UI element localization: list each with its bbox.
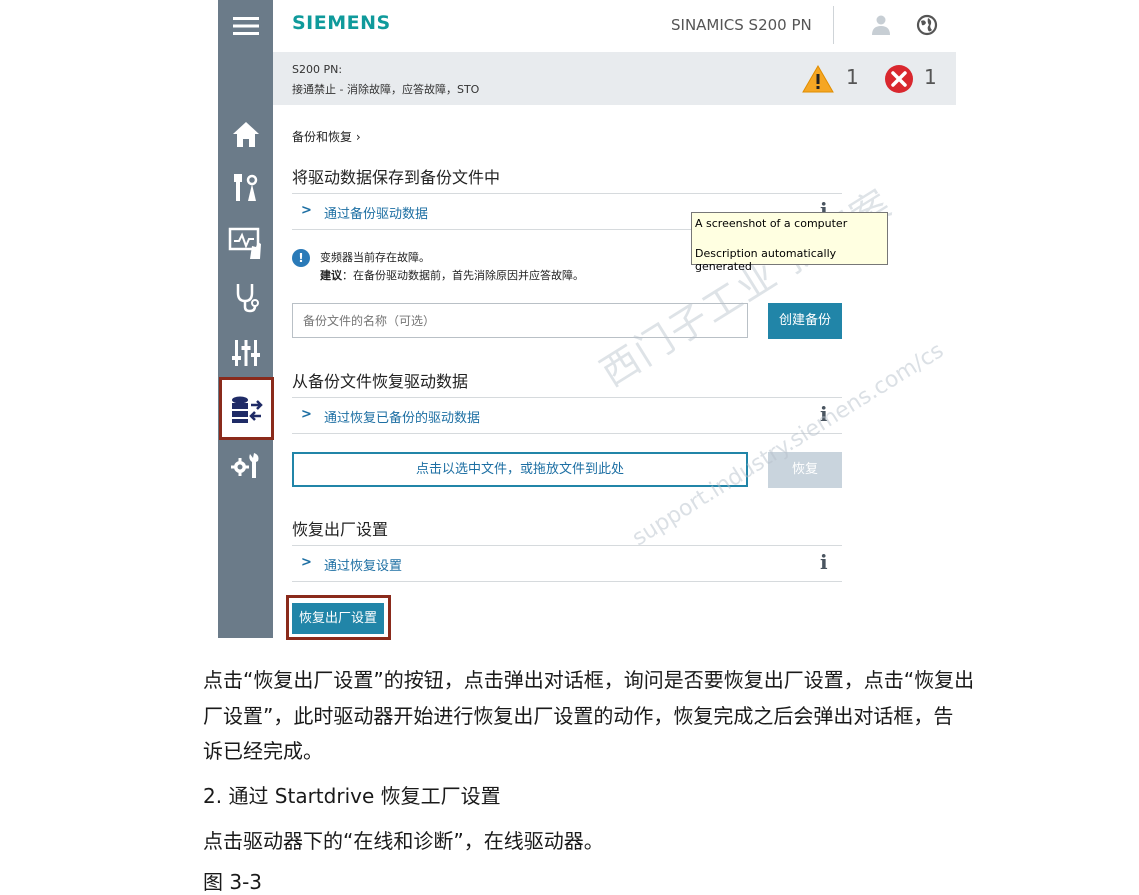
device-status-bar: S200 PN: 接通禁止 - 消除故障，应答故障，STO 1 1 [273,52,956,105]
notice-recommendation: 建议：在备份驱动数据前，首先消除原因并应答故障。 [320,267,584,283]
hamburger-menu-icon[interactable] [218,0,273,52]
user-icon[interactable] [871,14,891,40]
divider [292,581,842,582]
header-divider [833,6,834,44]
restore-expander[interactable]: > 通过恢复已备份的驱动数据 i [292,398,842,432]
alt-text-tooltip: A screenshot of a computer Description a… [691,212,888,273]
info-icon[interactable]: i [820,550,828,574]
notice-recommendation-label: 建议 [320,269,342,282]
product-name: SINAMICS S200 PN [671,16,812,34]
error-count: 1 [924,65,937,89]
app-header: SIEMENS SINAMICS S200 PN [273,0,956,52]
warning-count: 1 [846,65,859,89]
sidebar-item-backup-restore-active[interactable] [219,377,274,440]
doc-paragraph: 点击驱动器下的“在线和诊断”，在线驱动器。 [203,829,604,853]
device-name: S200 PN: [292,63,343,76]
globe-icon[interactable] [916,14,938,40]
home-icon[interactable] [218,112,273,156]
error-icon[interactable] [884,64,914,98]
doc-paragraph-line: 诉已经完成。 [203,739,323,763]
save-expander-label: 通过备份驱动数据 [324,207,429,222]
notice-recommendation-text: ：在备份驱动数据前，首先消除原因并应答故障。 [342,269,584,282]
watermark-url: support.industry.siemens.com/cs [628,338,949,552]
tools-icon[interactable] [218,165,273,209]
divider [292,433,842,434]
stethoscope-icon[interactable] [218,275,273,319]
factory-section-title: 恢复出厂设置 [292,520,389,539]
file-drop-zone[interactable]: 点击以选中文件，或拖放文件到此处 [292,452,748,487]
breadcrumb[interactable]: 备份和恢复 › [292,128,361,145]
chevron-right-icon: > [301,203,312,218]
sliders-icon[interactable] [218,331,273,375]
factory-reset-button[interactable]: 恢复出厂设置 [292,603,384,634]
factory-expander-label: 通过恢复设置 [324,559,403,574]
siemens-logo: SIEMENS [292,12,391,34]
doc-heading: 2. 通过 Startdrive 恢复工厂设置 [203,784,501,808]
doc-paragraph-line: 厂设置”，此时驱动器开始进行恢复出厂设置的动作，恢复完成之后会弹出对话框，告 [203,704,954,728]
tooltip-line2: Description automatically generated [695,247,837,273]
monitor-touch-icon[interactable] [218,221,273,265]
restore-expander-label: 通过恢复已备份的驱动数据 [324,411,481,426]
tooltip-line1: A screenshot of a computer [695,217,848,230]
warning-icon[interactable] [801,64,835,98]
notice-info-icon: ! [292,249,310,267]
doc-figure-label: 图 3-3 [203,870,263,894]
database-transfer-icon [219,388,274,432]
settings-wrench-icon[interactable] [218,443,273,487]
app-screenshot: SIEMENS SINAMICS S200 PN S200 PN: 接通禁止 -… [218,0,956,640]
chevron-right-icon: > [301,555,312,570]
save-section-title: 将驱动数据保存到备份文件中 [292,168,501,187]
create-backup-button[interactable]: 创建备份 [768,303,842,339]
sidebar [218,0,274,638]
doc-paragraph-line: 点击“恢复出厂设置”的按钮，点击弹出对话框，询问是否要恢复出厂设置，点击“恢复出 [203,668,975,692]
chevron-right-icon: > [301,407,312,422]
notice-message: 变频器当前存在故障。 [320,251,430,264]
factory-expander[interactable]: > 通过恢复设置 i [292,546,842,580]
device-status-detail: 接通禁止 - 消除故障，应答故障，STO [292,83,480,96]
restore-section-title: 从备份文件恢复驱动数据 [292,372,469,391]
